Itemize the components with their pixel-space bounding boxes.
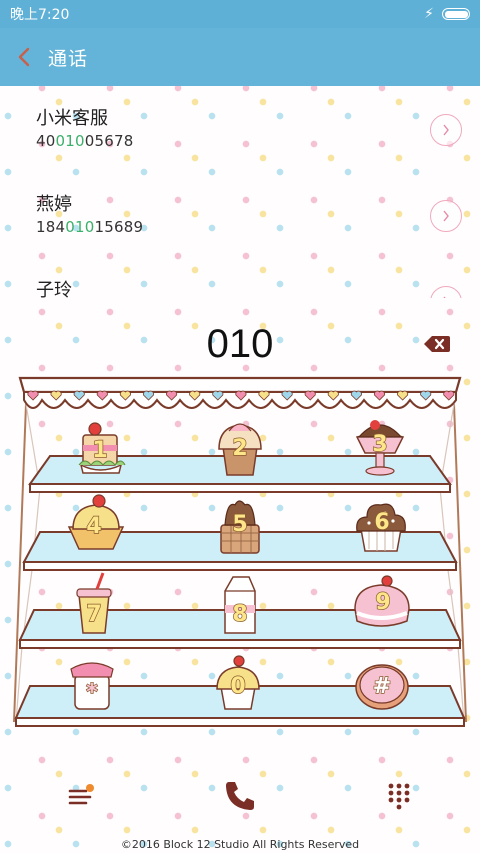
heart-decoration bbox=[119, 390, 131, 401]
heart-decoration bbox=[350, 390, 362, 401]
milkshake-icon: 7 bbox=[76, 572, 112, 634]
number-suffix: 05678 bbox=[84, 132, 134, 150]
key-0-label: 0 bbox=[230, 674, 245, 699]
chevron-right-icon bbox=[443, 124, 449, 136]
heart-decoration bbox=[373, 390, 386, 401]
backspace-icon bbox=[424, 336, 450, 352]
contact-name: 燕婷 bbox=[36, 194, 72, 215]
key-9-label: 9 bbox=[375, 590, 390, 615]
basket-cake-icon: 5 bbox=[220, 500, 260, 554]
page-title: 通话 bbox=[48, 47, 89, 70]
key-hash[interactable]: # bbox=[334, 644, 430, 720]
key-6-label: 6 bbox=[374, 510, 389, 535]
heart-decoration bbox=[142, 390, 155, 401]
heart-decoration bbox=[166, 390, 178, 401]
key-4-label: 4 bbox=[86, 514, 101, 539]
dialpad-icon bbox=[388, 783, 410, 810]
contact-detail-button[interactable] bbox=[430, 286, 462, 298]
phone-icon bbox=[226, 782, 254, 810]
cupcake-icon: 2 bbox=[218, 423, 262, 476]
contact-detail-button[interactable] bbox=[430, 114, 462, 146]
roll-cake-icon: 9 bbox=[354, 575, 410, 627]
backspace-button[interactable] bbox=[422, 333, 452, 355]
dialpad-toggle-button[interactable] bbox=[364, 768, 434, 824]
heart-decoration bbox=[327, 390, 339, 401]
key-8[interactable]: 8 bbox=[190, 566, 286, 642]
chevron-left-icon bbox=[18, 47, 30, 67]
key-2-label: 2 bbox=[232, 436, 247, 461]
call-button[interactable] bbox=[205, 768, 275, 824]
heart-decoration bbox=[235, 390, 247, 401]
contact-number: 4001005678 bbox=[36, 132, 133, 150]
heart-decoration bbox=[304, 390, 316, 401]
status-bar: 晚上7:20 ⚡ bbox=[0, 0, 480, 28]
heart-decoration bbox=[397, 390, 409, 401]
key-7-label: 7 bbox=[86, 602, 101, 627]
key-1[interactable]: 1 bbox=[52, 408, 148, 484]
back-button[interactable] bbox=[0, 28, 48, 86]
heart-decoration bbox=[281, 390, 293, 401]
status-icons: ⚡ bbox=[424, 6, 470, 22]
key-0[interactable]: 0 bbox=[190, 644, 286, 720]
heart-decoration bbox=[73, 390, 85, 401]
cream-cupcake-icon: 0 bbox=[216, 655, 260, 710]
menu-button[interactable] bbox=[46, 768, 116, 824]
menu-icon bbox=[68, 784, 94, 805]
key-8-label: 8 bbox=[232, 602, 247, 627]
contact-name: 子玲 bbox=[36, 280, 72, 298]
choco-cupcake-icon: 6 bbox=[356, 503, 406, 552]
bottom-bar bbox=[0, 760, 480, 830]
battery-icon bbox=[442, 8, 470, 20]
heart-decoration bbox=[258, 390, 270, 401]
number-prefix: 184 bbox=[36, 218, 66, 236]
number-match: 010 bbox=[55, 132, 85, 150]
key-2[interactable]: 2 bbox=[192, 408, 288, 484]
contact-name: 小米客服 bbox=[36, 108, 108, 129]
copyright-text: ©2016 Block 12 Studio All Rights Reserve… bbox=[120, 838, 360, 851]
jam-jar-icon: * bbox=[70, 662, 114, 710]
contact-detail-button[interactable] bbox=[430, 200, 462, 232]
bolt-icon: ⚡ bbox=[424, 6, 434, 22]
key-5-label: 5 bbox=[232, 512, 247, 537]
key-star-label: * bbox=[86, 680, 98, 705]
milk-carton-icon: 8 bbox=[224, 576, 256, 634]
dialed-digits: 010 bbox=[206, 322, 274, 366]
contact-list: 小米客服 4001005678 燕婷 18401015689 子玲 bbox=[0, 86, 480, 298]
heart-decoration bbox=[443, 390, 455, 401]
heart-decoration bbox=[96, 390, 108, 401]
key-4[interactable]: 4 bbox=[48, 488, 144, 564]
number-match: 010 bbox=[65, 218, 95, 236]
heart-decoration bbox=[50, 390, 62, 401]
key-5[interactable]: 5 bbox=[192, 488, 288, 564]
key-6[interactable]: 6 bbox=[332, 488, 428, 564]
heart-decoration bbox=[420, 390, 432, 401]
cake-slice-icon: 1 bbox=[78, 422, 126, 474]
sundae-icon: 3 bbox=[355, 420, 405, 476]
key-1-label: 1 bbox=[92, 438, 107, 463]
number-prefix: 40 bbox=[36, 132, 56, 150]
tart-icon: 4 bbox=[67, 494, 125, 550]
number-suffix: 15689 bbox=[94, 218, 144, 236]
key-3-label: 3 bbox=[372, 432, 387, 457]
app-header: 通话 bbox=[0, 28, 480, 86]
contact-item[interactable]: 子玲 bbox=[0, 258, 480, 298]
key-9[interactable]: 9 bbox=[334, 566, 430, 642]
chevron-right-icon bbox=[443, 210, 449, 222]
contact-item[interactable]: 燕婷 18401015689 bbox=[0, 172, 480, 258]
contact-item[interactable]: 小米客服 4001005678 bbox=[0, 86, 480, 172]
dessert-keypad: 1 2 3 4 5 6 7 8 9 * 0 # bbox=[10, 370, 470, 732]
key-3[interactable]: 3 bbox=[332, 408, 428, 484]
contact-number: 18401015689 bbox=[36, 218, 143, 236]
status-time: 晚上7:20 bbox=[10, 7, 70, 23]
heart-decoration bbox=[189, 390, 201, 401]
dial-display: 010 bbox=[0, 318, 480, 374]
donut-icon: # bbox=[355, 664, 409, 710]
heart-decoration bbox=[212, 390, 224, 401]
chevron-right-icon bbox=[443, 296, 446, 298]
key-7[interactable]: 7 bbox=[46, 566, 142, 642]
heart-decoration bbox=[27, 390, 39, 401]
key-star[interactable]: * bbox=[44, 644, 140, 720]
key-hash-label: # bbox=[373, 674, 391, 699]
